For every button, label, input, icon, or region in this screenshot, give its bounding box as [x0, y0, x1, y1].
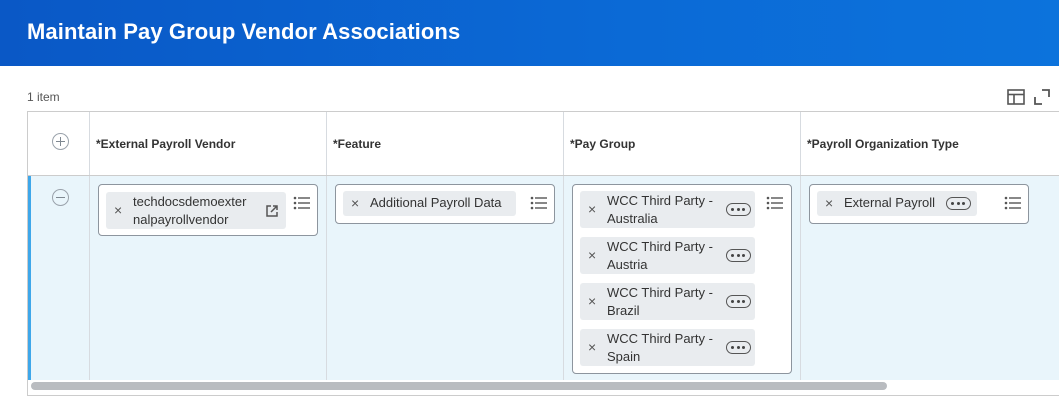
- column-layout-icon[interactable]: [1006, 87, 1026, 107]
- external-link-icon[interactable]: [265, 204, 279, 218]
- more-options-icon[interactable]: [726, 341, 751, 354]
- more-options-icon[interactable]: [726, 249, 751, 262]
- org-type-prompt-field[interactable]: × External Payroll: [809, 184, 1029, 224]
- column-header-label: *Pay Group: [570, 137, 636, 151]
- horizontal-scrollbar[interactable]: [31, 382, 887, 390]
- close-icon[interactable]: ×: [351, 195, 359, 211]
- close-icon[interactable]: ×: [825, 195, 833, 211]
- row-action-cell: [28, 176, 90, 380]
- column-header-label: *Payroll Organization Type: [807, 137, 959, 151]
- item-count: 1 item: [27, 90, 60, 104]
- pay-group-pill: × WCC Third Party - Austria: [580, 237, 755, 274]
- page-header: Maintain Pay Group Vendor Associations: [0, 0, 1059, 66]
- list-icon[interactable]: [766, 195, 784, 211]
- close-icon[interactable]: ×: [114, 202, 122, 218]
- more-options-icon[interactable]: [946, 197, 971, 210]
- close-icon[interactable]: ×: [588, 339, 596, 355]
- list-icon[interactable]: [530, 195, 548, 211]
- pay-group-pill: × WCC Third Party - Brazil: [580, 283, 755, 320]
- pay-group-name: WCC Third Party - Austria: [607, 239, 713, 272]
- data-grid: *External Payroll Vendor *Feature *Pay G…: [27, 111, 1059, 396]
- org-type-pill: × External Payroll: [817, 191, 977, 216]
- org-type-cell: × External Payroll: [801, 176, 1059, 380]
- pay-group-name: WCC Third Party - Brazil: [607, 285, 713, 318]
- pay-group-pill: × WCC Third Party - Spain: [580, 329, 755, 366]
- list-icon[interactable]: [1004, 195, 1022, 211]
- close-icon[interactable]: ×: [588, 293, 596, 309]
- add-row-icon[interactable]: [52, 133, 69, 150]
- column-header-label: *Feature: [333, 137, 382, 151]
- pay-group-prompt-field[interactable]: × WCC Third Party - Australia × WCC Thir…: [572, 184, 792, 374]
- page-title: Maintain Pay Group Vendor Associations: [27, 19, 461, 44]
- vendor-pill: × techdocsdemoexter nalpayrollvendor: [106, 192, 286, 229]
- pay-group-cell: × WCC Third Party - Australia × WCC Thir…: [564, 176, 801, 380]
- pay-group-name: WCC Third Party - Spain: [607, 331, 713, 364]
- close-icon[interactable]: ×: [588, 247, 596, 263]
- remove-row-icon[interactable]: [52, 189, 69, 206]
- column-header-label: *External Payroll Vendor: [96, 137, 236, 151]
- more-options-icon[interactable]: [726, 203, 751, 216]
- fullscreen-icon[interactable]: [1032, 87, 1052, 107]
- pay-group-pill: × WCC Third Party - Australia: [580, 191, 755, 228]
- list-icon[interactable]: [293, 195, 311, 211]
- column-header-org-type[interactable]: *Payroll Organization Type: [801, 112, 1059, 175]
- org-type-name: External Payroll: [844, 195, 936, 210]
- more-options-icon[interactable]: [726, 295, 751, 308]
- grid-header: *External Payroll Vendor *Feature *Pay G…: [28, 112, 1059, 176]
- feature-name: Additional Payroll Data: [370, 195, 502, 210]
- header-action-cell: [28, 112, 90, 175]
- vendor-prompt-field[interactable]: × techdocsdemoexter nalpayrollvendor: [98, 184, 318, 236]
- pay-group-name: WCC Third Party - Australia: [607, 193, 713, 226]
- feature-prompt-field[interactable]: × Additional Payroll Data: [335, 184, 555, 224]
- column-header-pay-group[interactable]: *Pay Group: [564, 112, 801, 175]
- vendor-name: techdocsdemoexter nalpayrollvendor: [133, 194, 247, 227]
- vendor-cell: × techdocsdemoexter nalpayrollvendor: [90, 176, 327, 380]
- feature-pill: × Additional Payroll Data: [343, 191, 516, 216]
- feature-cell: × Additional Payroll Data: [327, 176, 564, 380]
- column-header-vendor[interactable]: *External Payroll Vendor: [90, 112, 327, 175]
- close-icon[interactable]: ×: [588, 201, 596, 217]
- column-header-feature[interactable]: *Feature: [327, 112, 564, 175]
